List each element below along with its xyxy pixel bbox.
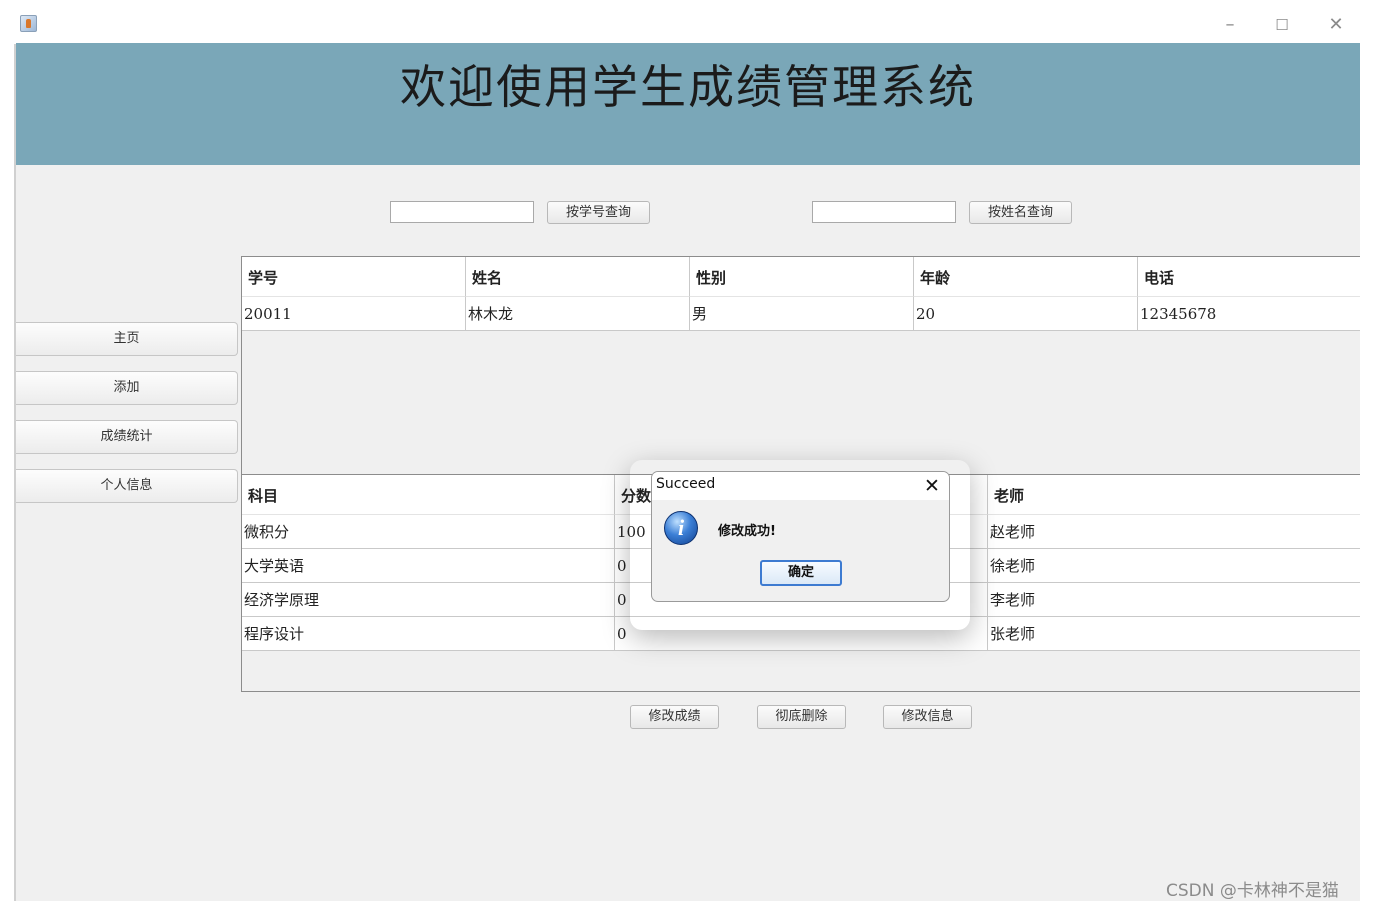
table-row[interactable]: 20011 林木龙 男 20 12345678 <box>242 297 1360 331</box>
table-cell[interactable]: 张老师 <box>988 617 1360 651</box>
watermark-text: CSDN @卡林神不是猫 <box>1166 881 1339 901</box>
table-cell[interactable]: 20 <box>914 297 1138 331</box>
table-cell[interactable]: 12345678 <box>1138 297 1360 331</box>
search-by-name-button[interactable]: 按姓名查询 <box>969 201 1072 224</box>
header-banner: 欢迎使用学生成绩管理系统 <box>16 43 1360 165</box>
table-cell[interactable]: 徐老师 <box>988 549 1360 583</box>
dialog-close-icon[interactable]: ✕ <box>920 474 944 498</box>
table-cell[interactable]: 林木龙 <box>466 297 690 331</box>
sidebar-item-add[interactable]: 添加 <box>16 371 238 405</box>
sidebar-item-statistics[interactable]: 成绩统计 <box>16 420 238 454</box>
maximize-button[interactable]: ☐ <box>1262 10 1302 40</box>
table-cell[interactable]: 经济学原理 <box>242 583 615 617</box>
column-header[interactable]: 姓名 <box>466 257 690 297</box>
table-cell[interactable]: 程序设计 <box>242 617 615 651</box>
name-search-input[interactable] <box>812 201 956 223</box>
close-window-button[interactable]: ✕ <box>1316 10 1356 40</box>
student-table-header: 学号 姓名 性别 年龄 电话 <box>242 257 1360 297</box>
search-by-id-button[interactable]: 按学号查询 <box>547 201 650 224</box>
column-header[interactable]: 学号 <box>242 257 466 297</box>
page-title: 欢迎使用学生成绩管理系统 <box>400 60 976 114</box>
sidebar-item-profile[interactable]: 个人信息 <box>16 469 238 503</box>
success-dialog: Succeed ✕ i 修改成功! 确定 <box>651 471 950 602</box>
dialog-title: Succeed <box>656 476 716 492</box>
dialog-titlebar: Succeed ✕ <box>652 472 949 500</box>
minimize-button[interactable]: – <box>1210 10 1250 40</box>
table-cell[interactable]: 赵老师 <box>988 515 1360 549</box>
table-cell[interactable]: 大学英语 <box>242 549 615 583</box>
edit-info-button[interactable]: 修改信息 <box>883 705 972 729</box>
delete-all-button[interactable]: 彻底删除 <box>757 705 846 729</box>
ok-button[interactable]: 确定 <box>760 560 842 586</box>
table-cell[interactable]: 男 <box>690 297 914 331</box>
column-header[interactable]: 年龄 <box>914 257 1138 297</box>
student-table: 学号 姓名 性别 年龄 电话 20011 林木龙 男 20 12345678 <box>241 256 1360 475</box>
column-header[interactable]: 性别 <box>690 257 914 297</box>
table-cell[interactable]: 李老师 <box>988 583 1360 617</box>
table-cell[interactable]: 微积分 <box>242 515 615 549</box>
column-header[interactable]: 科目 <box>242 475 615 515</box>
info-icon: i <box>664 511 698 545</box>
sidebar-item-home[interactable]: 主页 <box>16 322 238 356</box>
java-app-icon <box>20 15 37 32</box>
column-header[interactable]: 老师 <box>988 475 1360 515</box>
edit-score-button[interactable]: 修改成绩 <box>630 705 719 729</box>
student-id-search-input[interactable] <box>390 201 534 223</box>
column-header[interactable]: 电话 <box>1138 257 1360 297</box>
table-cell[interactable]: 20011 <box>242 297 466 331</box>
window-titlebar <box>0 0 1373 44</box>
dialog-message: 修改成功! <box>718 524 776 539</box>
